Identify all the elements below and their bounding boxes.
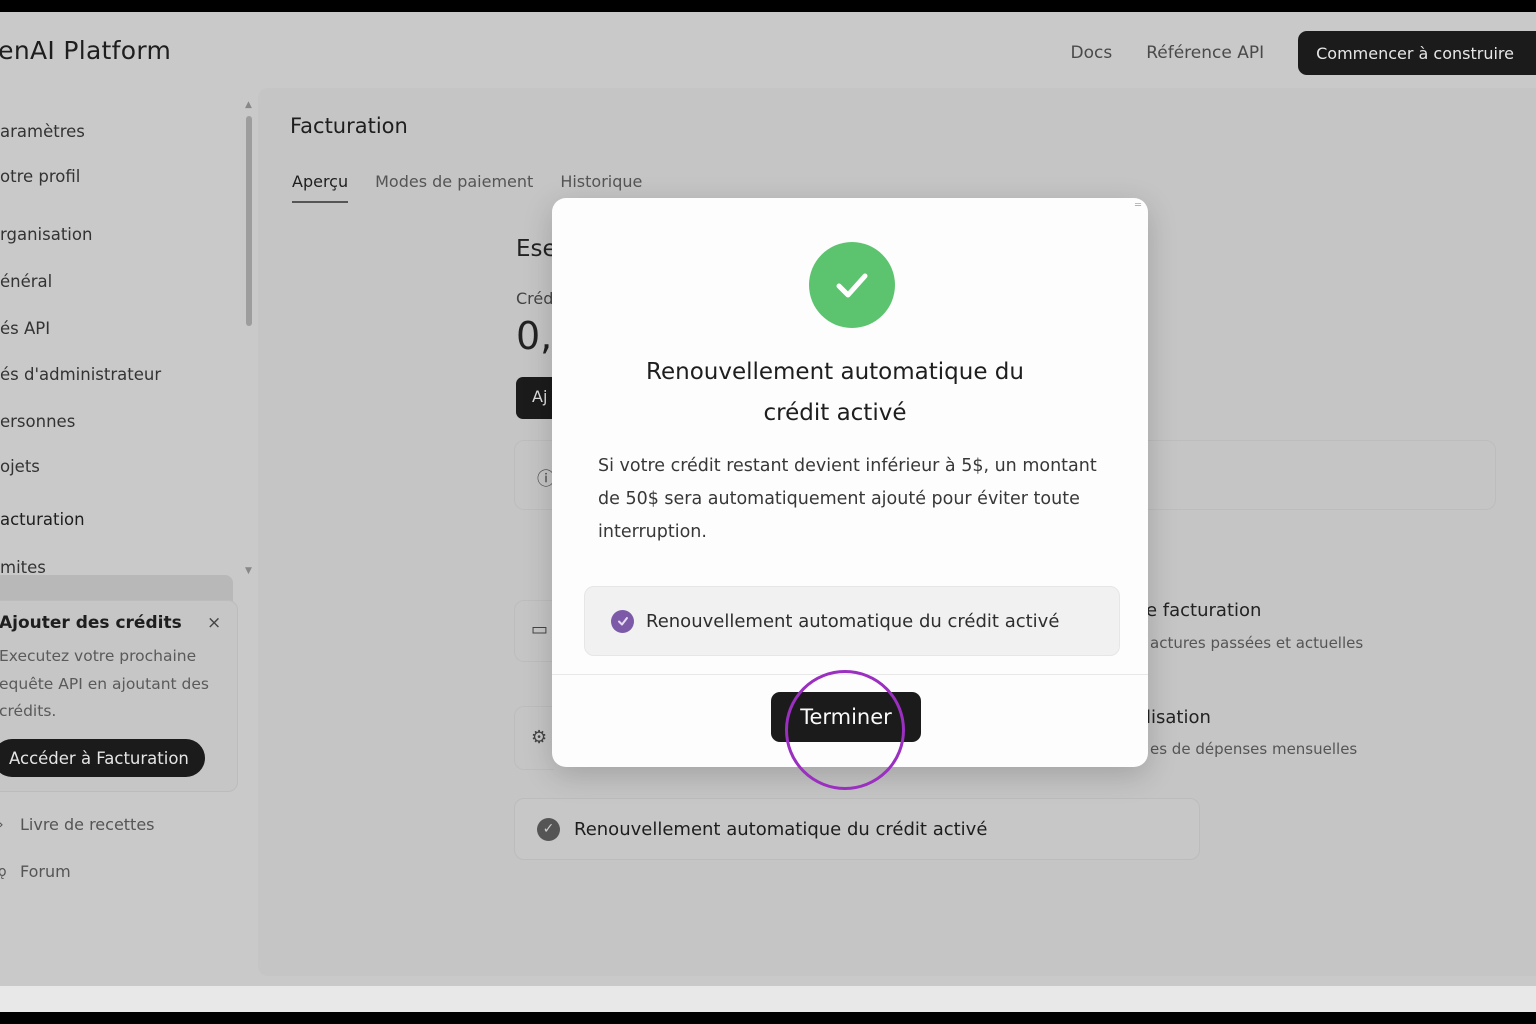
billing-history-subtitle: actures passées et actuelles [1150,634,1364,652]
usage-limits-title: lisation [1146,707,1211,728]
payment-methods-card[interactable]: ▭ [514,600,554,662]
credit-balance: 0, [516,314,553,358]
settings-card[interactable]: ⚙ [514,706,554,770]
close-icon[interactable]: × [207,613,221,633]
sidebar-item-settings[interactable]: aramètres [0,122,85,141]
sidebar-item-projects[interactable]: ojets [0,457,40,476]
tab-overview[interactable]: Aperçu [292,172,349,203]
sidebar-scrollbar-thumb[interactable] [246,116,252,326]
cookbook-icon: › [0,817,16,833]
modal-body-text: Si votre crédit restant devient inférieu… [598,456,1097,542]
sidebar-item-api-keys[interactable]: és API [0,319,50,338]
add-credits-promo-card: Ajouter des crédits × Executez votre pro… [0,600,238,792]
scroll-down-arrow-icon[interactable]: ▼ [245,566,252,576]
sidebar-item-general[interactable]: énéral [0,272,52,291]
credit-label: Créd [516,289,554,308]
finish-button[interactable]: Terminer [771,692,921,742]
brand-logo-text: penAI Platform [0,36,172,65]
go-to-billing-button[interactable]: Accéder à Facturation [0,739,205,777]
forum-icon: ǫ [0,863,7,880]
plan-heading: Ese [516,236,557,262]
gear-icon: ⚙ [531,727,548,748]
promo-title: Ajouter des crédits [0,613,182,633]
modal-title: Renouvellement automatique du crédit act… [646,359,1024,426]
sidebar-item-limits[interactable]: mites [0,558,46,577]
sidebar-item-people[interactable]: ersonnes [0,412,75,431]
sidebar-item-profile[interactable]: otre profil [0,167,80,186]
page-title: Facturation [290,114,408,138]
sidebar: aramètres otre profil rganisation énéral… [0,100,258,986]
sidebar-link-cookbook[interactable]: › Livre de recettes [0,815,155,834]
sidebar-link-label: Livre de recettes [20,815,155,834]
auto-renew-status-bar: ✓ Renouvellement automatique du crédit a… [514,798,1200,860]
sidebar-link-label: Forum [20,862,71,881]
bottom-strip [0,986,1536,1012]
scroll-up-arrow-icon[interactable]: ▲ [245,100,252,110]
check-circle-icon [611,609,634,633]
top-nav: Docs Référence API Commencer à construir… [1071,31,1536,75]
promo-text: Executez votre prochaine equête API en a… [0,647,209,720]
sidebar-item-admin-keys[interactable]: és d'administrateur [0,365,161,384]
nav-docs-link[interactable]: Docs [1071,43,1113,63]
modal-status-text: Renouvellement automatique du crédit act… [646,610,1060,632]
modal-drag-handle-icon: ═ [1135,200,1142,211]
modal-status-box: Renouvellement automatique du crédit act… [584,586,1120,656]
auto-renew-status-text: Renouvellement automatique du crédit act… [574,818,988,840]
success-check-icon [809,242,895,328]
card-icon: ▭ [531,619,549,640]
billing-history-title: e facturation [1146,600,1262,621]
check-circle-icon: ✓ [537,817,560,841]
sidebar-link-forum[interactable]: ǫ Forum [0,862,71,881]
nav-api-reference-link[interactable]: Référence API [1146,43,1264,63]
sidebar-item-organization[interactable]: rganisation [0,225,92,244]
modal-divider [552,674,1148,675]
tab-payment-methods[interactable]: Modes de paiement [375,172,533,203]
app-screen: penAI Platform Docs Référence API Commen… [0,12,1536,986]
start-building-button[interactable]: Commencer à construire [1298,31,1536,75]
auto-renew-success-modal: ═ Renouvellement automatique du crédit a… [552,198,1148,767]
sidebar-item-billing[interactable]: acturation [0,510,85,529]
usage-limits-subtitle: es de dépenses mensuelles [1150,740,1358,758]
